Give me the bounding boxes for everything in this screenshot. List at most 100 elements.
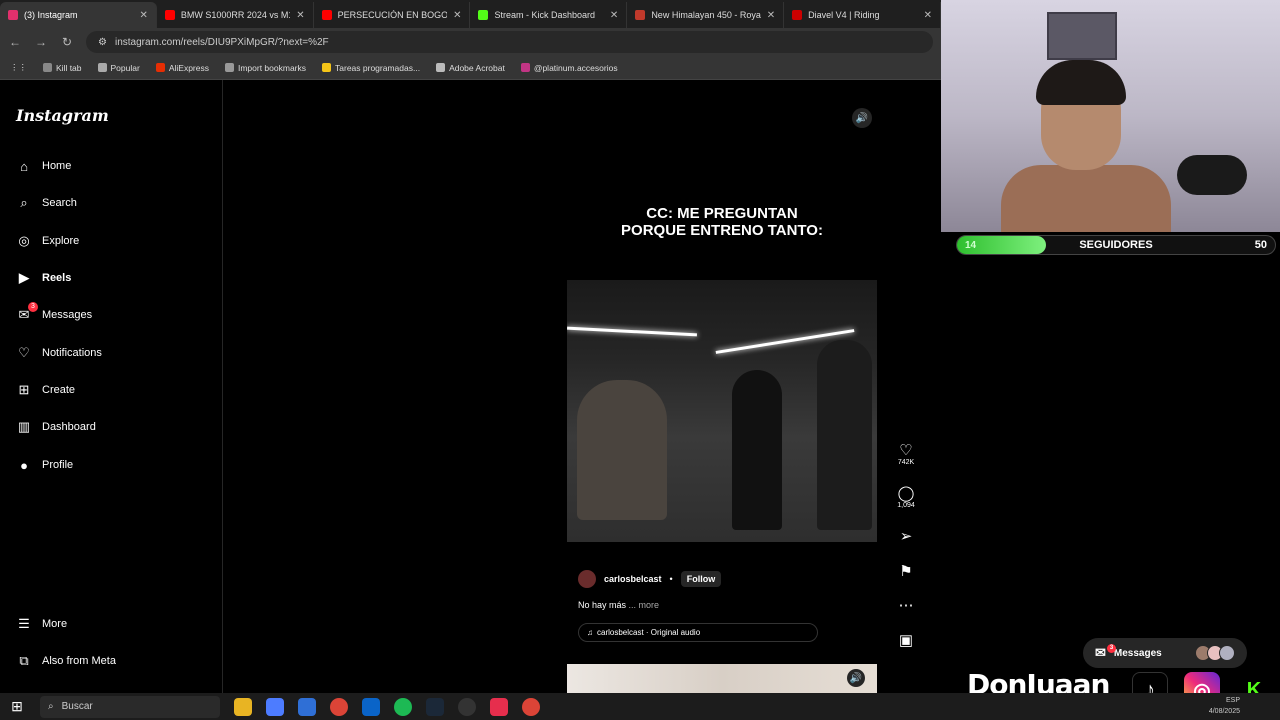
bookmark-item[interactable]: Adobe Acrobat xyxy=(436,63,505,73)
follow-button[interactable]: Follow xyxy=(680,571,722,587)
bookmark-favicon-icon xyxy=(322,63,332,72)
sidebar-item-more[interactable]: ☰ More xyxy=(16,613,67,635)
avatar[interactable] xyxy=(578,570,596,588)
reload-icon[interactable]: ↻ xyxy=(60,35,74,49)
bookmark-favicon-icon xyxy=(520,63,530,72)
video-light xyxy=(567,326,697,337)
sidebar-item-profile[interactable]: ● Profile xyxy=(16,454,73,476)
bookmark-label: Tareas programadas... xyxy=(335,62,421,73)
sound-toggle-icon[interactable]: 🔊 xyxy=(852,108,872,128)
search-icon: ⌕ xyxy=(48,701,54,712)
reel-caption: CC: ME PREGUNTAN PORQUE ENTRENO TANTO: xyxy=(567,205,877,239)
bookmark-label: Import bookmarks xyxy=(237,62,307,73)
tab-title: Diavel V4 | Riding xyxy=(808,10,880,20)
notifications-icon: ♡ xyxy=(18,345,30,360)
bookmark-favicon-icon xyxy=(155,63,165,72)
bookmark-favicon-icon xyxy=(436,63,446,72)
sidebar-item-search[interactable]: ⌕ Search xyxy=(16,192,77,214)
address-bar[interactable]: ⚙ instagram.com/reels/DIU9PXiMpGR/?next=… xyxy=(86,31,933,53)
browser-tab[interactable]: New Himalayan 450 - Royal Enfield ✕ xyxy=(627,2,785,28)
tiktok-app-icon[interactable] xyxy=(490,697,508,716)
post-text: No hay más xyxy=(578,600,627,610)
close-icon[interactable]: ✕ xyxy=(296,10,304,21)
system-clock[interactable]: ESP 4/08/2025 xyxy=(1209,695,1240,717)
music-note-icon: ♫ xyxy=(587,628,593,637)
heart-icon: ♡ xyxy=(899,442,913,459)
audio-thumbnail[interactable]: ▣ xyxy=(893,633,919,649)
sidebar-item-label: Also from Meta xyxy=(42,655,116,667)
close-icon[interactable]: ✕ xyxy=(767,10,775,21)
back-icon[interactable]: ← xyxy=(8,35,22,49)
sidebar-item-notifications[interactable]: ♡ Notifications xyxy=(16,342,102,364)
bookmark-item[interactable]: Popular xyxy=(97,63,140,73)
spotify-icon[interactable] xyxy=(394,697,412,716)
windows-start-icon[interactable]: ⊞ xyxy=(8,698,26,716)
chrome-icon[interactable] xyxy=(330,697,348,716)
close-icon[interactable]: ✕ xyxy=(610,10,618,21)
bookmark-item[interactable]: @platinum.accesorios xyxy=(520,63,618,73)
sidebar-item-create[interactable]: ⊞ Create xyxy=(16,379,75,401)
taskbar-search[interactable]: ⌕ Buscar xyxy=(40,695,220,718)
follower-label: SEGUIDORES xyxy=(1079,239,1153,251)
comment-icon: ◯ xyxy=(897,485,915,502)
browser-tab[interactable]: BMW S1000RR 2024 vs M1000R ✕ xyxy=(157,2,314,28)
sidebar-item-messages[interactable]: ✉ 3 Messages xyxy=(16,302,92,326)
site-info-icon[interactable]: ⚙ xyxy=(98,37,107,48)
username[interactable]: carlosbelcast xyxy=(604,574,662,584)
sidebar-item-label: Dashboard xyxy=(42,421,96,433)
sidebar-item-label: Search xyxy=(42,197,77,209)
post-meta: carlosbelcast • Follow No hay más ... mo… xyxy=(578,570,878,610)
store-icon[interactable] xyxy=(298,697,316,716)
file-explorer-icon[interactable] xyxy=(234,697,252,716)
bookmark-item[interactable]: Kill tab xyxy=(43,63,82,73)
browser-window: (3) Instagram✕BMW S1000RR 2024 vs M1000R… xyxy=(0,0,941,693)
audio-pill[interactable]: ♫ carlosbelcast · Original audio xyxy=(578,623,818,642)
options-button[interactable]: ⋯ xyxy=(893,598,919,614)
caption-line-2: PORQUE ENTRENO TANTO: xyxy=(621,222,823,239)
close-icon[interactable]: ✕ xyxy=(453,10,461,21)
sidebar-item-also-from-meta[interactable]: ⧉ Also from Meta xyxy=(16,650,116,672)
messenger-icon: ✉ xyxy=(1095,645,1106,660)
save-button[interactable]: ⚑ xyxy=(893,564,919,580)
like-button[interactable]: ♡ 742K xyxy=(893,442,919,467)
messages-pill[interactable]: ✉ 3 Messages xyxy=(1083,638,1247,668)
tab-favicon-icon xyxy=(635,10,646,20)
browser-tab[interactable]: Diavel V4 | Riding ✕ xyxy=(784,2,941,28)
url-text: instagram.com/reels/DIU9PXiMpGR/?next=%2… xyxy=(114,36,329,48)
bookmark-item[interactable]: AliExpress xyxy=(155,63,209,73)
tab-favicon-icon xyxy=(164,10,175,20)
bookmark-label: Kill tab xyxy=(56,62,82,73)
apps-icon[interactable]: ⋮⋮ xyxy=(10,62,27,73)
comment-button[interactable]: ◯ 1,094 xyxy=(893,485,919,510)
audio-label: carlosbelcast · Original audio xyxy=(597,628,701,637)
sidebar-item-dashboard[interactable]: ▥ Dashboard xyxy=(16,416,96,438)
browser-tab[interactable]: Stream - Kick Dashboard ✕ xyxy=(470,2,628,28)
browser-tab[interactable]: (3) Instagram ✕ xyxy=(0,2,157,28)
webcam-overlay xyxy=(941,0,1280,232)
bookmark-item[interactable]: Tareas programadas... xyxy=(322,63,420,73)
browser-tab[interactable]: PERSECUCIÓN EN BOGOTÁ ✕ xyxy=(314,2,471,28)
more-link[interactable]: ... more xyxy=(629,600,660,610)
steam-icon[interactable] xyxy=(426,697,444,716)
sound-toggle-icon[interactable]: 🔊 xyxy=(847,669,865,687)
next-reel-preview[interactable]: 🔊 xyxy=(567,664,877,693)
close-icon[interactable]: ✕ xyxy=(924,10,932,21)
close-icon[interactable]: ✕ xyxy=(139,10,147,21)
copilot-icon[interactable] xyxy=(266,697,284,716)
app-icon[interactable] xyxy=(458,697,476,716)
instagram-logo[interactable]: Instagram xyxy=(16,106,109,125)
sidebar-item-explore[interactable]: ◎ Explore xyxy=(16,230,79,252)
sidebar-item-reels[interactable]: ▶ Reels xyxy=(16,267,71,289)
outlook-icon[interactable] xyxy=(362,697,380,716)
sidebar-item-home[interactable]: ⌂ Home xyxy=(16,155,71,177)
chrome-active-icon[interactable] xyxy=(522,697,540,716)
share-button[interactable]: ➢ xyxy=(893,529,919,545)
create-icon: ⊞ xyxy=(18,382,30,397)
messages-label: Messages xyxy=(1113,647,1162,659)
reel-video[interactable] xyxy=(567,280,877,542)
forward-icon[interactable]: → xyxy=(34,35,48,49)
bookmark-item[interactable]: Import bookmarks xyxy=(224,62,307,73)
dashboard-icon: ▥ xyxy=(17,419,31,434)
person-figure xyxy=(732,370,782,530)
bookmark-label: Adobe Acrobat xyxy=(449,62,505,73)
